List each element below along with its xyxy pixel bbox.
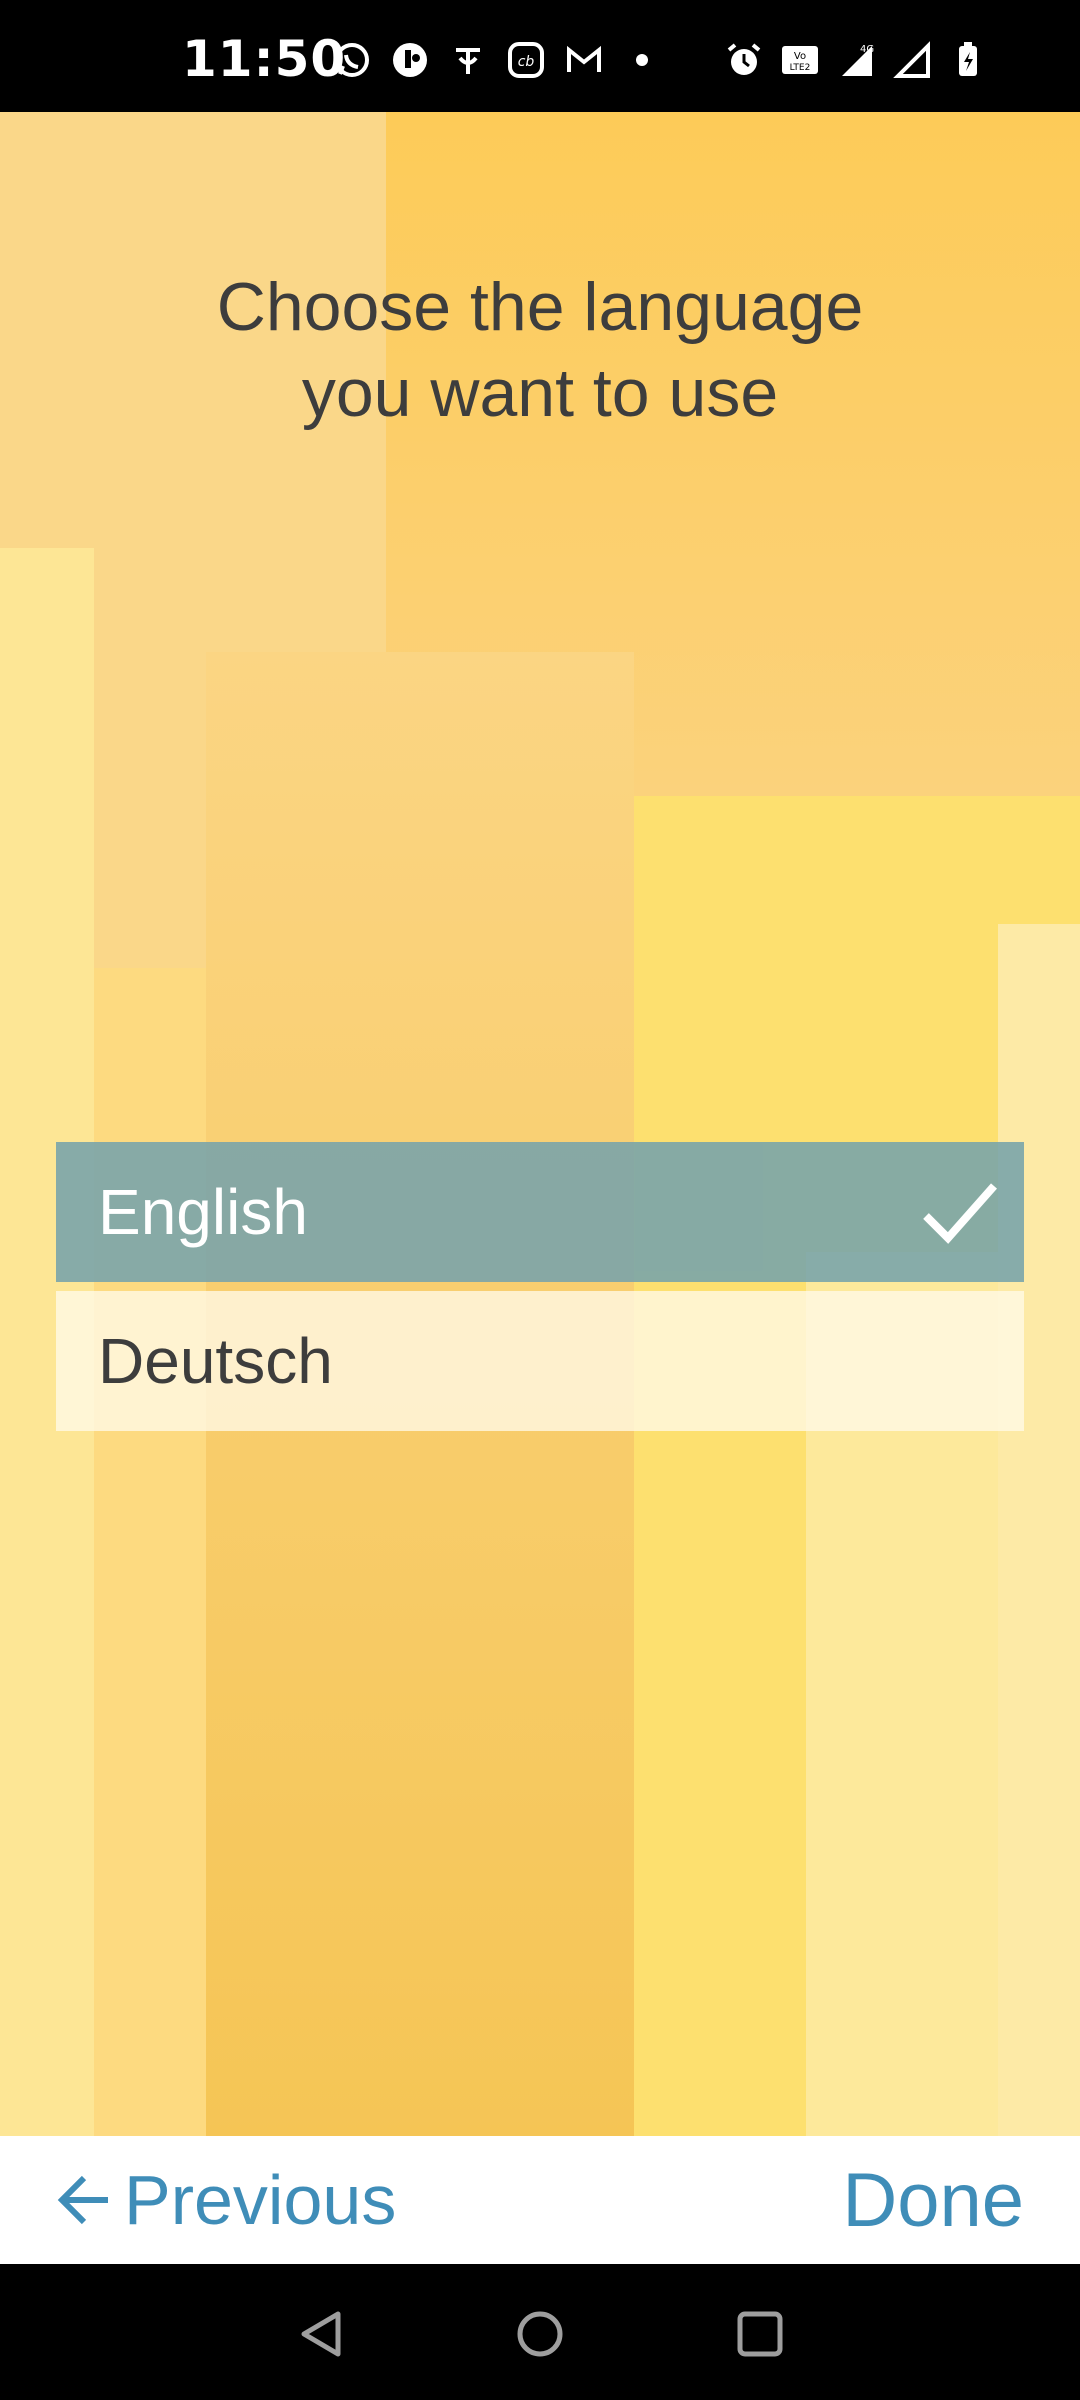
previous-button[interactable]: Previous xyxy=(54,2154,396,2246)
bg-block xyxy=(998,924,1080,2136)
language-label: English xyxy=(98,1176,308,1248)
phonepe-icon xyxy=(446,40,490,80)
page-title-line: Choose the language xyxy=(216,269,864,345)
language-screen: Choose the language you want to use Engl… xyxy=(0,112,1080,2136)
alarm-icon xyxy=(722,40,766,80)
language-list: English Deutsch xyxy=(56,1142,1024,1440)
notification-icons: cb xyxy=(330,40,664,80)
signal-icon xyxy=(890,40,934,80)
status-time: 11:50 xyxy=(182,30,347,88)
previous-label: Previous xyxy=(124,2161,397,2239)
done-button[interactable]: Done xyxy=(842,2154,1024,2246)
system-nav-bar xyxy=(0,2264,1080,2400)
recents-square-icon xyxy=(737,2311,783,2357)
language-option-english[interactable]: English xyxy=(56,1142,1024,1282)
recents-button[interactable] xyxy=(730,2304,790,2364)
home-button[interactable] xyxy=(510,2304,570,2364)
home-circle-icon xyxy=(517,2311,563,2357)
dot-icon xyxy=(620,40,664,80)
whatsapp-icon xyxy=(330,40,374,80)
data-4g-icon: 4G xyxy=(834,40,878,80)
page-title-line: you want to use xyxy=(301,355,779,431)
arrow-left-icon xyxy=(57,2175,108,2225)
gmail-icon xyxy=(562,40,606,80)
bottom-nav: Previous Done xyxy=(0,2136,1080,2264)
language-option-deutsch[interactable]: Deutsch xyxy=(56,1291,1024,1431)
done-label: Done xyxy=(842,2157,1024,2243)
language-label: Deutsch xyxy=(98,1325,333,1397)
check-icon xyxy=(923,1183,997,1244)
system-status-icons: Vo LTE2 4G xyxy=(722,40,990,80)
battery-charging-icon xyxy=(946,40,990,80)
page-title: Choose the language you want to use xyxy=(0,264,1080,436)
back-button[interactable] xyxy=(292,2304,352,2364)
cb-app-icon: cb xyxy=(504,40,548,80)
messenger-icon xyxy=(388,40,432,80)
svg-text:LTE2: LTE2 xyxy=(790,63,811,73)
status-bar: 11:50 cb Vo LTE2 4G xyxy=(0,0,1080,112)
svg-text:4G: 4G xyxy=(860,44,874,55)
volte-icon: Vo LTE2 xyxy=(778,40,822,80)
back-triangle-icon xyxy=(301,2311,341,2357)
svg-text:Vo: Vo xyxy=(794,51,806,62)
svg-text:cb: cb xyxy=(518,54,535,70)
